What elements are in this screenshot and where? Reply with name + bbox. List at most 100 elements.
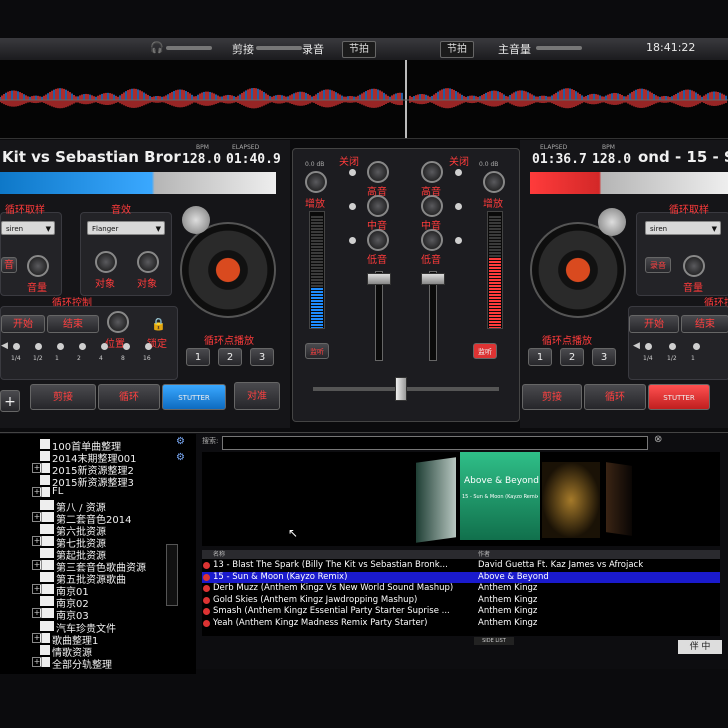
folder-item[interactable]: 2015新资源整理3 [52, 474, 134, 489]
column-artist[interactable]: 作者 [478, 550, 490, 559]
table-row[interactable]: Smash (Anthem Kingz Essential Party Star… [202, 606, 720, 617]
left-kill-mid-button[interactable] [349, 203, 356, 210]
left-high-knob[interactable] [367, 161, 389, 183]
crossfader[interactable] [395, 377, 407, 401]
left-loop-start-button[interactable]: 开始 [1, 315, 45, 333]
right-gain-knob[interactable] [483, 171, 505, 193]
right-kill-low-button[interactable] [455, 237, 462, 244]
table-row[interactable]: Derb Muzz (Anthem Kingz Vs New World Sou… [202, 583, 720, 594]
loop-size-button[interactable] [101, 343, 108, 350]
left-sampler-button[interactable]: 音 [1, 257, 17, 273]
left-stutter-button[interactable]: STUTTER [162, 384, 226, 410]
left-low-knob[interactable] [367, 229, 389, 251]
lock-icon[interactable]: 🔒 [151, 317, 166, 331]
left-loop-end-button[interactable]: 结束 [47, 315, 99, 333]
beat-right-button[interactable]: 节拍 [440, 41, 474, 58]
headphone-volume-slider[interactable] [166, 46, 212, 50]
right-turntable[interactable] [530, 222, 626, 318]
expand-icon[interactable]: + [32, 463, 42, 474]
right-low-knob[interactable] [421, 229, 443, 251]
left-monitor-button[interactable]: 监听 [305, 343, 329, 359]
tree-scrollbar[interactable] [166, 544, 178, 606]
right-high-knob[interactable] [421, 161, 443, 183]
right-mid-knob[interactable] [421, 195, 443, 217]
expand-icon[interactable]: + [32, 487, 42, 498]
right-kill-mid-button[interactable] [455, 203, 462, 210]
cover-flow[interactable]: Above & Beyond 15 - Sun & Moon (Kayzo Re… [202, 452, 720, 546]
left-mid-knob[interactable] [367, 195, 389, 217]
left-channel-fader[interactable] [367, 273, 391, 285]
search-input[interactable] [222, 436, 648, 450]
left-cue-1-button[interactable]: 1 [186, 348, 210, 366]
loop-size-button[interactable] [145, 343, 152, 350]
left-cue-3-button[interactable]: 3 [250, 348, 274, 366]
right-channel-fader[interactable] [421, 273, 445, 285]
right-sampler-record-button[interactable]: 录音 [645, 257, 671, 273]
loop-size-button[interactable] [123, 343, 130, 350]
right-cue-1-button[interactable]: 1 [528, 348, 552, 366]
left-turntable[interactable] [180, 222, 276, 318]
right-sampler-volume-knob[interactable] [683, 255, 705, 277]
loop-size-button[interactable] [13, 343, 20, 350]
left-cut-button[interactable]: 剪接 [30, 384, 96, 410]
right-stutter-button[interactable]: STUTTER [648, 384, 710, 410]
right-cut-button[interactable]: 剪接 [522, 384, 582, 410]
expand-icon[interactable]: + [32, 535, 42, 546]
loop-size-button[interactable] [693, 343, 700, 350]
right-kill-high-button[interactable] [455, 169, 462, 176]
right-loop-button[interactable]: 循环 [584, 384, 646, 410]
folder-icon[interactable]: ⚙ [176, 436, 185, 447]
expand-icon[interactable]: + [32, 511, 42, 522]
left-effect-param1-knob[interactable] [95, 251, 117, 273]
master-volume-slider[interactable] [536, 46, 582, 50]
loop-size-button[interactable] [645, 343, 652, 350]
column-title[interactable]: 名称 [213, 550, 225, 559]
expand-icon[interactable]: + [32, 584, 42, 595]
crossfade-slider[interactable] [256, 46, 302, 50]
record-label[interactable]: 录音 [302, 41, 324, 57]
expand-icon[interactable]: + [32, 656, 42, 667]
left-sampler-select[interactable]: siren [1, 221, 55, 236]
expand-icon[interactable]: + [32, 632, 42, 643]
expand-icon[interactable]: + [32, 560, 42, 570]
right-monitor-button[interactable]: 监听 [473, 343, 497, 359]
loop-size-button[interactable] [57, 343, 64, 350]
folder-icon[interactable]: ⚙ [176, 452, 185, 463]
right-loop-end-button[interactable]: 结束 [681, 315, 728, 333]
left-kill-high-button[interactable] [349, 169, 356, 176]
left-add-button[interactable]: + [0, 390, 20, 412]
right-loop-size-selector[interactable]: 1/4 1/2 1 [643, 343, 725, 367]
right-loop-start-button[interactable]: 开始 [629, 315, 679, 333]
right-cue-3-button[interactable]: 3 [592, 348, 616, 366]
right-track-waveform[interactable] [530, 172, 728, 194]
left-loop-prev-icon[interactable]: ◀ [1, 341, 8, 351]
left-loop-button[interactable]: 循环 [98, 384, 160, 410]
left-sampler-volume-knob[interactable] [27, 255, 49, 277]
album-cover[interactable] [416, 457, 456, 543]
table-row[interactable]: 15 - Sun & Moon (Kayzo Remix) Above & Bey… [202, 571, 720, 583]
expand-icon[interactable]: + [32, 608, 42, 619]
right-sampler-select[interactable]: siren [645, 221, 721, 236]
album-cover[interactable] [606, 462, 632, 536]
album-cover[interactable] [542, 462, 600, 538]
right-cue-2-button[interactable]: 2 [560, 348, 584, 366]
table-row[interactable]: Gold Skies (Anthem Kingz Jawdropping Mas… [202, 595, 720, 606]
left-kill-low-button[interactable] [349, 237, 356, 244]
side-list-tab[interactable]: SIDE LIST [474, 637, 514, 645]
album-cover-current[interactable]: Above & Beyond 15 - Sun & Moon (Kayzo Re… [460, 452, 540, 540]
left-loop-size-selector[interactable]: 1/4 1/2 1 2 4 8 16 [11, 343, 163, 367]
right-loop-prev-icon[interactable]: ◀ [633, 341, 640, 351]
loop-size-button[interactable] [35, 343, 42, 350]
left-gain-knob[interactable] [305, 171, 327, 193]
beat-left-button[interactable]: 节拍 [342, 41, 376, 58]
table-row[interactable]: Yeah (Anthem Kingz Madness Remix Party S… [202, 618, 720, 629]
folder-item[interactable]: 全部分轨整理 [52, 656, 112, 671]
table-row[interactable]: 13 - Blast The Spark (Billy The Kit vs S… [202, 560, 720, 571]
waveform-overview[interactable] [0, 60, 728, 139]
folder-item[interactable]: FL [52, 486, 63, 497]
left-effect-param2-knob[interactable] [137, 251, 159, 273]
left-track-waveform[interactable] [0, 172, 276, 194]
left-cue-2-button[interactable]: 2 [218, 348, 242, 366]
left-sync-button[interactable]: 对准 [234, 382, 280, 410]
left-effect-select[interactable]: Flanger [87, 221, 165, 236]
